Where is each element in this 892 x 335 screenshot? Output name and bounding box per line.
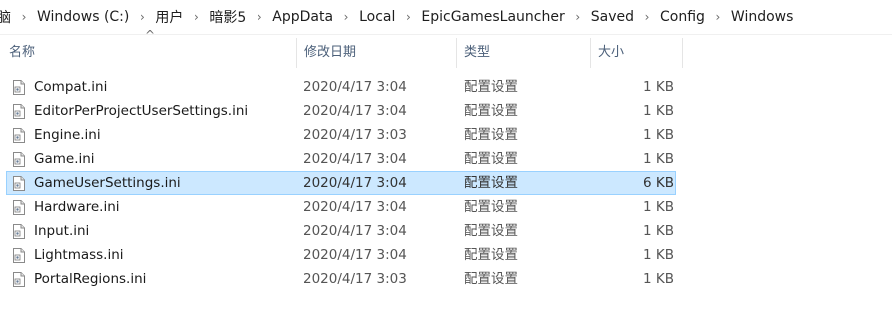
chevron-right-icon[interactable]: ›: [12, 10, 36, 24]
file-name: Engine.ini: [34, 127, 101, 143]
ini-file-icon: [13, 272, 25, 287]
file-date: 2020/4/17 3:03: [303, 127, 407, 143]
file-row[interactable]: Hardware.ini 2020/4/17 3:04 配置设置 1 KB: [6, 195, 676, 219]
file-row[interactable]: Game.ini 2020/4/17 3:04 配置设置 1 KB: [6, 147, 676, 171]
file-row-selected[interactable]: GameUserSettings.ini 2020/4/17 3:04 配置设置…: [6, 171, 676, 195]
ini-file-icon: [13, 176, 25, 191]
file-row[interactable]: Compat.ini 2020/4/17 3:04 配置设置 1 KB: [6, 75, 676, 99]
column-header-date-label: 修改日期: [304, 45, 357, 60]
column-header-type-label: 类型: [464, 45, 491, 60]
breadcrumb-item-windows[interactable]: Windows: [730, 9, 795, 25]
file-size: 1 KB: [643, 127, 674, 143]
ini-file-icon: [13, 80, 25, 95]
file-name: PortalRegions.ini: [34, 271, 147, 287]
file-date: 2020/4/17 3:04: [303, 103, 407, 119]
file-size: 1 KB: [643, 79, 674, 95]
file-list: Compat.ini 2020/4/17 3:04 配置设置 1 KB Edit…: [0, 75, 892, 291]
file-date: 2020/4/17 3:04: [303, 247, 407, 263]
breadcrumb: 脑 › Windows (C:) › 用户 › 暗影5 › AppData › …: [0, 0, 892, 35]
breadcrumb-item-users[interactable]: 用户: [154, 7, 184, 27]
file-type: 配置设置: [464, 127, 518, 143]
ini-file-icon: [13, 152, 25, 167]
ini-file-icon: [13, 128, 25, 143]
file-date: 2020/4/17 3:04: [303, 199, 407, 215]
chevron-right-icon[interactable]: ›: [706, 10, 730, 24]
column-header-name[interactable]: ^ 名称: [0, 28, 296, 72]
file-name: Input.ini: [34, 223, 90, 239]
ini-file-icon: [13, 200, 25, 215]
file-date: 2020/4/17 3:04: [303, 223, 407, 239]
column-divider[interactable]: [682, 38, 683, 68]
chevron-right-icon[interactable]: ›: [635, 10, 659, 24]
column-header-row: ^ 名称 修改日期 类型 大小: [0, 28, 892, 72]
file-name: Hardware.ini: [34, 199, 120, 215]
column-header-date[interactable]: 修改日期: [296, 34, 456, 72]
file-date: 2020/4/17 3:04: [303, 175, 407, 191]
file-size: 1 KB: [643, 223, 674, 239]
file-name: Lightmass.ini: [34, 247, 124, 263]
breadcrumb-item-drive-c[interactable]: Windows (C:): [36, 9, 130, 25]
file-row[interactable]: Lightmass.ini 2020/4/17 3:04 配置设置 1 KB: [6, 243, 676, 267]
file-name: Game.ini: [34, 151, 95, 167]
file-row[interactable]: PortalRegions.ini 2020/4/17 3:03 配置设置 1 …: [6, 267, 676, 291]
breadcrumb-item-user[interactable]: 暗影5: [208, 7, 247, 27]
file-name: Compat.ini: [34, 79, 108, 95]
breadcrumb-item-this-pc[interactable]: 脑: [0, 7, 12, 27]
breadcrumb-item-config[interactable]: Config: [659, 9, 706, 25]
chevron-right-icon[interactable]: ›: [247, 10, 271, 24]
file-type: 配置设置: [464, 199, 518, 215]
file-type: 配置设置: [464, 151, 518, 167]
chevron-right-icon[interactable]: ›: [396, 10, 420, 24]
column-header-size[interactable]: 大小: [590, 34, 682, 72]
file-size: 1 KB: [643, 199, 674, 215]
file-row[interactable]: Input.ini 2020/4/17 3:04 配置设置 1 KB: [6, 219, 676, 243]
chevron-right-icon[interactable]: ›: [334, 10, 358, 24]
column-header-size-label: 大小: [598, 45, 625, 60]
file-row[interactable]: Engine.ini 2020/4/17 3:03 配置设置 1 KB: [6, 123, 676, 147]
ini-file-icon: [13, 104, 25, 119]
file-type: 配置设置: [464, 103, 518, 119]
file-type: 配置设置: [464, 247, 518, 263]
file-row[interactable]: EditorPerProjectUserSettings.ini 2020/4/…: [6, 99, 676, 123]
ini-file-icon: [13, 248, 25, 263]
chevron-right-icon[interactable]: ›: [566, 10, 590, 24]
file-type: 配置设置: [464, 223, 518, 239]
breadcrumb-item-appdata[interactable]: AppData: [271, 9, 334, 25]
file-size: 1 KB: [643, 103, 674, 119]
file-type: 配置设置: [464, 79, 518, 95]
file-type: 配置设置: [464, 175, 518, 191]
chevron-right-icon[interactable]: ›: [184, 10, 208, 24]
file-date: 2020/4/17 3:04: [303, 79, 407, 95]
ini-file-icon: [13, 224, 25, 239]
file-size: 1 KB: [643, 151, 674, 167]
file-type: 配置设置: [464, 271, 518, 287]
chevron-right-icon[interactable]: ›: [130, 10, 154, 24]
file-size: 1 KB: [643, 271, 674, 287]
file-date: 2020/4/17 3:04: [303, 151, 407, 167]
breadcrumb-item-saved[interactable]: Saved: [590, 9, 635, 25]
sort-ascending-icon: ^: [145, 28, 156, 42]
column-header-name-label: 名称: [9, 45, 36, 60]
breadcrumb-item-local[interactable]: Local: [358, 9, 396, 25]
file-name: GameUserSettings.ini: [34, 175, 181, 191]
column-header-type[interactable]: 类型: [456, 34, 590, 72]
file-size: 6 KB: [643, 175, 674, 191]
file-date: 2020/4/17 3:03: [303, 271, 407, 287]
file-name: EditorPerProjectUserSettings.ini: [34, 103, 249, 119]
breadcrumb-item-epicgameslauncher[interactable]: EpicGamesLauncher: [420, 9, 565, 25]
file-size: 1 KB: [643, 247, 674, 263]
